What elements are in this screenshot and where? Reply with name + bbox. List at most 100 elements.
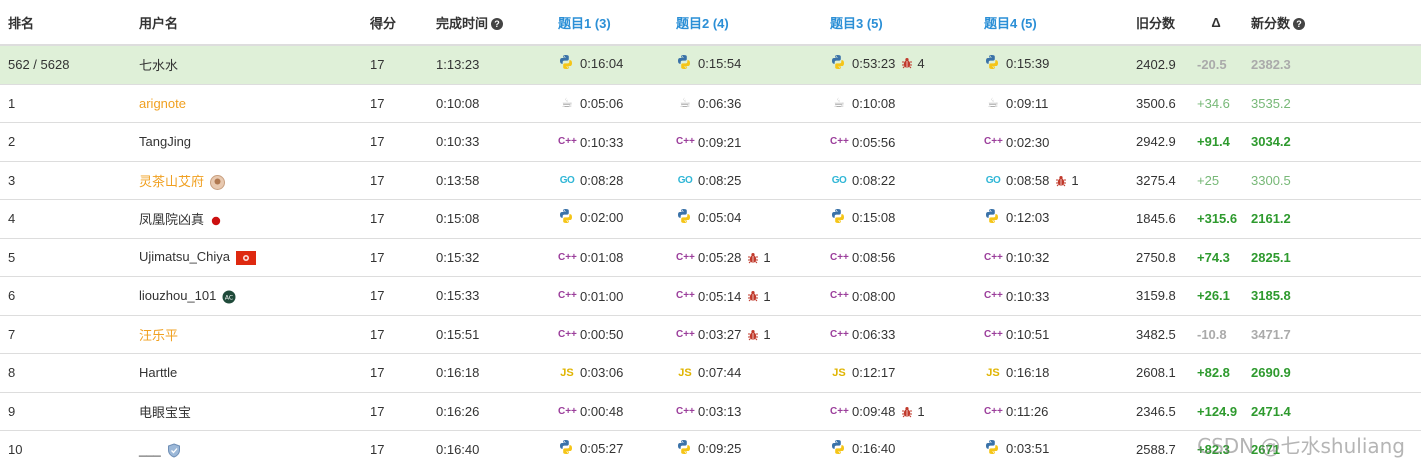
username-link[interactable]: 灵茶山艾府 bbox=[139, 174, 204, 189]
question-1-cell[interactable]: C++ 0:01:00 bbox=[550, 276, 668, 315]
submission-link[interactable]: C++ 0:01:08 bbox=[558, 249, 623, 267]
username-link[interactable]: 汪乐平 bbox=[139, 328, 178, 343]
question-4-cell[interactable]: C++ 0:11:26 bbox=[976, 391, 1128, 431]
q3-link[interactable]: 题目3 (5) bbox=[830, 16, 883, 31]
question-2-cell[interactable]: C++ 0:03:13 bbox=[668, 391, 822, 431]
submission-link[interactable]: GO 0:08:25 bbox=[676, 172, 742, 190]
question-2-cell[interactable]: ☕ 0:06:36 bbox=[668, 83, 822, 123]
user-cell[interactable]: liouzhou_101 AC bbox=[131, 276, 362, 315]
submission-link[interactable]: 0:15:39 bbox=[984, 54, 1049, 72]
username-link[interactable]: 七水水 bbox=[139, 58, 178, 73]
submission-link[interactable]: 0:03:51 bbox=[984, 439, 1049, 457]
submission-link[interactable]: ☕ 0:10:08 bbox=[830, 94, 895, 112]
question-3-cell[interactable]: C++ 0:06:33 bbox=[822, 314, 976, 354]
header-q1[interactable]: 题目1 (3) bbox=[550, 0, 668, 46]
question-2-cell[interactable]: C++ 0:09:21 bbox=[668, 122, 822, 161]
submission-link[interactable]: 0:16:40 bbox=[830, 439, 895, 457]
submission-link[interactable]: 0:02:00 bbox=[558, 208, 623, 226]
submission-link[interactable]: ☕ 0:09:11 bbox=[984, 94, 1048, 112]
username-link[interactable]: 电眼宝宝 bbox=[139, 405, 191, 420]
user-cell[interactable]: ___ bbox=[131, 430, 362, 469]
question-1-cell[interactable]: JS 0:03:06 bbox=[550, 353, 668, 392]
user-cell[interactable]: Ujimatsu_Chiya bbox=[131, 237, 362, 277]
question-1-cell[interactable]: GO 0:08:28 bbox=[550, 160, 668, 200]
question-3-cell[interactable]: GO 0:08:22 bbox=[822, 160, 976, 200]
username-link[interactable]: 凤凰院凶真 bbox=[139, 212, 204, 227]
user-cell[interactable]: 七水水 bbox=[131, 44, 362, 84]
submission-link[interactable]: C++ 0:09:21 bbox=[676, 133, 741, 151]
submission-link[interactable]: C++ 0:05:14 1 bbox=[676, 287, 771, 305]
question-4-cell[interactable]: 0:15:39 bbox=[976, 44, 1128, 84]
question-4-cell[interactable]: C++ 0:10:51 bbox=[976, 314, 1128, 354]
user-cell[interactable]: 汪乐平 bbox=[131, 314, 362, 354]
question-4-cell[interactable]: JS 0:16:18 bbox=[976, 353, 1128, 392]
question-2-cell[interactable]: C++ 0:03:27 1 bbox=[668, 314, 822, 354]
user-cell[interactable]: 灵茶山艾府 bbox=[131, 160, 362, 200]
question-1-cell[interactable]: 0:02:00 bbox=[550, 199, 668, 238]
question-3-cell[interactable]: 0:15:08 bbox=[822, 199, 976, 238]
question-1-cell[interactable]: 0:05:27 bbox=[550, 430, 668, 469]
username-link[interactable]: arignote bbox=[139, 96, 186, 111]
submission-link[interactable]: 0:09:25 bbox=[676, 439, 741, 457]
submission-link[interactable]: 0:15:08 bbox=[830, 208, 895, 226]
username-link[interactable]: ___ bbox=[139, 442, 161, 457]
user-cell[interactable]: 电眼宝宝 bbox=[131, 391, 362, 431]
question-3-cell[interactable]: C++ 0:05:56 bbox=[822, 122, 976, 161]
question-2-cell[interactable]: GO 0:08:25 bbox=[668, 160, 822, 200]
submission-link[interactable]: JS 0:16:18 bbox=[984, 364, 1049, 382]
username-link[interactable]: Ujimatsu_Chiya bbox=[139, 249, 230, 264]
question-2-cell[interactable]: 0:15:54 bbox=[668, 44, 822, 84]
question-4-cell[interactable]: 0:12:03 bbox=[976, 199, 1128, 238]
submission-link[interactable]: C++ 0:05:28 1 bbox=[676, 249, 771, 267]
question-2-cell[interactable]: C++ 0:05:28 1 bbox=[668, 237, 822, 277]
header-q2[interactable]: 题目2 (4) bbox=[668, 0, 822, 46]
username-link[interactable]: Harttle bbox=[139, 365, 177, 380]
user-cell[interactable]: 凤凰院凶真 bbox=[131, 199, 362, 238]
submission-link[interactable]: JS 0:03:06 bbox=[558, 364, 623, 382]
submission-link[interactable]: GO 0:08:22 bbox=[830, 172, 896, 190]
submission-link[interactable]: C++ 0:01:00 bbox=[558, 287, 623, 305]
question-3-cell[interactable]: ☕ 0:10:08 bbox=[822, 83, 976, 123]
submission-link[interactable]: JS 0:12:17 bbox=[830, 364, 895, 382]
question-2-cell[interactable]: 0:05:04 bbox=[668, 199, 822, 238]
submission-link[interactable]: C++ 0:08:56 bbox=[830, 249, 895, 267]
submission-link[interactable]: 0:05:27 bbox=[558, 439, 623, 457]
submission-link[interactable]: C++ 0:05:56 bbox=[830, 133, 895, 151]
user-cell[interactable]: TangJing bbox=[131, 122, 362, 161]
submission-link[interactable]: C++ 0:10:33 bbox=[984, 287, 1049, 305]
submission-link[interactable]: ☕ 0:06:36 bbox=[676, 94, 741, 112]
question-4-cell[interactable]: C++ 0:10:33 bbox=[976, 276, 1128, 315]
submission-link[interactable]: 0:16:04 bbox=[558, 54, 623, 72]
submission-link[interactable]: C++ 0:00:50 bbox=[558, 326, 623, 344]
username-link[interactable]: TangJing bbox=[139, 134, 191, 149]
submission-link[interactable]: C++ 0:08:00 bbox=[830, 287, 895, 305]
question-1-cell[interactable]: C++ 0:01:08 bbox=[550, 237, 668, 277]
question-1-cell[interactable]: C++ 0:10:33 bbox=[550, 122, 668, 161]
question-4-cell[interactable]: 0:03:51 bbox=[976, 430, 1128, 469]
question-4-cell[interactable]: ☕ 0:09:11 bbox=[976, 83, 1128, 123]
user-cell[interactable]: arignote bbox=[131, 83, 362, 123]
user-cell[interactable]: Harttle bbox=[131, 353, 362, 392]
submission-link[interactable]: C++ 0:11:26 bbox=[984, 403, 1048, 421]
question-2-cell[interactable]: 0:09:25 bbox=[668, 430, 822, 469]
submission-link[interactable]: C++ 0:09:48 1 bbox=[830, 403, 925, 421]
submission-link[interactable]: C++ 0:10:33 bbox=[558, 133, 623, 151]
submission-link[interactable]: C++ 0:06:33 bbox=[830, 326, 895, 344]
submission-link[interactable]: C++ 0:02:30 bbox=[984, 133, 1049, 151]
submission-link[interactable]: 0:12:03 bbox=[984, 208, 1049, 226]
q4-link[interactable]: 题目4 (5) bbox=[984, 16, 1037, 31]
submission-link[interactable]: C++ 0:00:48 bbox=[558, 403, 623, 421]
question-1-cell[interactable]: 0:16:04 bbox=[550, 44, 668, 84]
question-3-cell[interactable]: 0:53:23 4 bbox=[822, 44, 976, 84]
question-1-cell[interactable]: C++ 0:00:48 bbox=[550, 391, 668, 431]
question-3-cell[interactable]: 0:16:40 bbox=[822, 430, 976, 469]
submission-link[interactable]: ☕ 0:05:06 bbox=[558, 94, 623, 112]
question-3-cell[interactable]: C++ 0:08:00 bbox=[822, 276, 976, 315]
submission-link[interactable]: C++ 0:10:32 bbox=[984, 249, 1049, 267]
submission-link[interactable]: 0:05:04 bbox=[676, 208, 741, 226]
submission-link[interactable]: GO 0:08:58 1 bbox=[984, 172, 1079, 190]
q2-link[interactable]: 题目2 (4) bbox=[676, 16, 729, 31]
question-2-cell[interactable]: C++ 0:05:14 1 bbox=[668, 276, 822, 315]
submission-link[interactable]: C++ 0:03:13 bbox=[676, 403, 741, 421]
question-3-cell[interactable]: C++ 0:08:56 bbox=[822, 237, 976, 277]
